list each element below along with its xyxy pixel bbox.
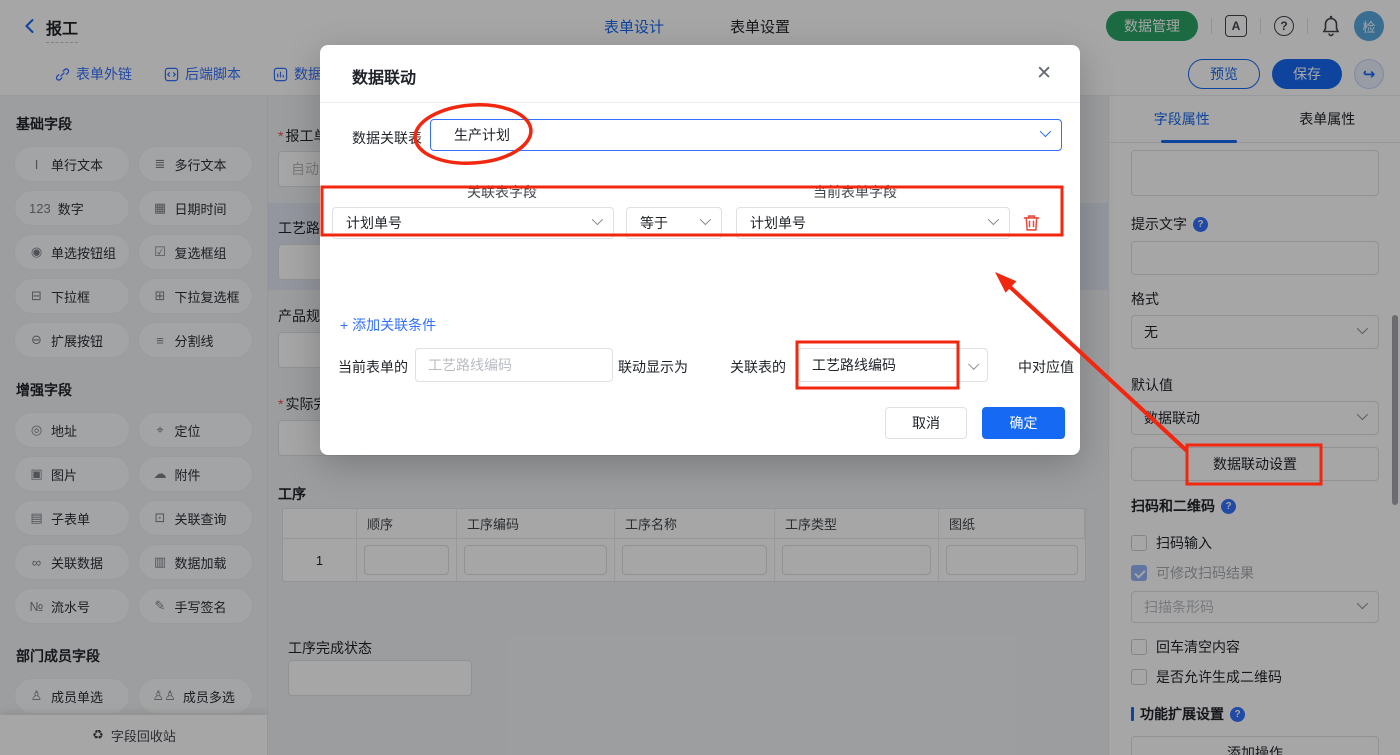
condition-operator-select[interactable]: 等于 <box>626 207 722 239</box>
chevron-down-icon <box>967 358 979 370</box>
delete-condition-icon[interactable] <box>1022 213 1041 233</box>
condition-left-field-select[interactable]: 计划单号 <box>332 207 614 239</box>
confirm-button[interactable]: 确定 <box>982 407 1065 439</box>
condition-left-field-value: 计划单号 <box>346 215 402 231</box>
left-column-header: 关联表字段 <box>467 184 537 200</box>
linked-table-label: 数据关联表 <box>352 130 422 146</box>
mapping-prefix-label: 当前表单的 <box>338 359 408 375</box>
mapping-suffix-label: 中对应值 <box>1018 359 1074 375</box>
condition-operator-value: 等于 <box>640 215 668 231</box>
condition-right-field-select[interactable]: 计划单号 <box>736 207 1010 239</box>
modal-title: 数据联动 <box>352 70 417 87</box>
chevron-down-icon <box>591 213 604 226</box>
app-root: 报工 表单设计 表单设置 数据管理 A ? 检 表单外链 后端脚本 预览 保存 … <box>0 0 1400 755</box>
chevron-down-icon <box>987 213 1000 226</box>
data-linkage-modal: 数据联动 ✕ 数据关联表 生产计划 关联表字段 当前表单字段 计划单号 等于 计… <box>320 45 1080 455</box>
mapping-target-select[interactable]: 工艺路线编码 <box>798 348 988 382</box>
modal-header: 数据联动 ✕ <box>320 45 1080 103</box>
mapping-table-label: 关联表的 <box>730 359 786 375</box>
linked-table-value: 生产计划 <box>454 127 510 143</box>
modal-body: 数据关联表 生产计划 关联表字段 当前表单字段 计划单号 等于 计划单号 + 添… <box>320 103 1080 455</box>
close-icon[interactable]: ✕ <box>1036 62 1052 85</box>
add-condition-link[interactable]: + 添加关联条件 <box>340 315 436 335</box>
mapping-middle-label: 联动显示为 <box>618 359 688 375</box>
mapping-source-placeholder: 工艺路线编码 <box>428 357 512 373</box>
right-column-header: 当前表单字段 <box>813 184 897 200</box>
chevron-down-icon <box>699 213 712 226</box>
linked-table-select[interactable]: 生产计划 <box>430 119 1062 151</box>
mapping-target-value: 工艺路线编码 <box>812 357 896 373</box>
condition-right-field-value: 计划单号 <box>750 215 806 231</box>
cancel-button[interactable]: 取消 <box>885 407 967 439</box>
mapping-source-input[interactable]: 工艺路线编码 <box>415 348 613 382</box>
chevron-down-icon <box>1039 125 1052 138</box>
select-chevron-cell <box>957 349 987 381</box>
